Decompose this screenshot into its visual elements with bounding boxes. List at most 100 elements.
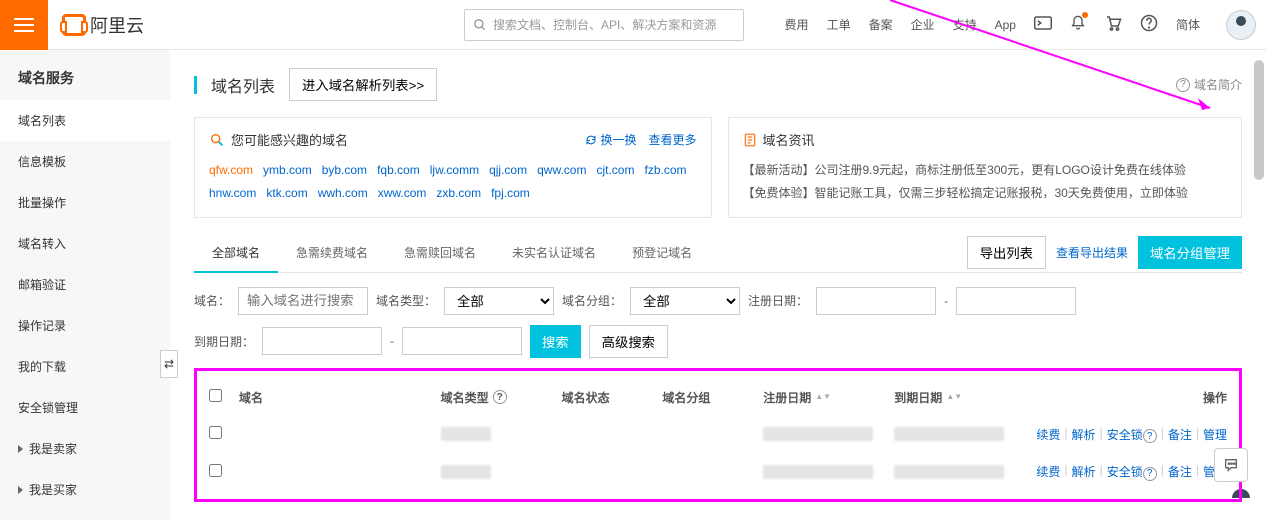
domain-link[interactable]: qjj.com — [489, 163, 527, 177]
nav-app[interactable]: App — [995, 18, 1016, 32]
sidebar-item-templates[interactable]: 信息模板 — [0, 141, 170, 182]
table-row: 续费| 解析| 安全锁?| 备注| 管理 — [197, 453, 1239, 491]
chat-icon[interactable] — [1214, 448, 1248, 482]
sidebar-item-lock[interactable]: 安全锁管理 — [0, 387, 170, 428]
nav-icp[interactable]: 备案 — [869, 16, 893, 33]
domain-link[interactable]: hnw.com — [209, 186, 256, 200]
op-manage[interactable]: 管理 — [1203, 426, 1227, 444]
reg-date-to[interactable] — [956, 287, 1076, 315]
op-note[interactable]: 备注 — [1168, 463, 1192, 481]
search-placeholder: 搜索文档、控制台、API、解决方案和资源 — [493, 16, 716, 33]
reg-date-from[interactable] — [816, 287, 936, 315]
domain-table: 域名 域名类型? 域名状态 域名分组 注册日期▲▼ 到期日期▲▼ 操作 续费| … — [194, 368, 1242, 502]
op-lock[interactable]: 安全锁? — [1107, 463, 1157, 481]
row-checkbox[interactable] — [209, 426, 222, 439]
domain-link[interactable]: qww.com — [537, 163, 586, 177]
domain-intro-link[interactable]: ?域名简介 — [1176, 76, 1242, 93]
export-button[interactable]: 导出列表 — [967, 236, 1046, 269]
lang-switch[interactable]: 简体 — [1176, 16, 1200, 33]
search-icon — [473, 18, 487, 32]
domain-link[interactable]: zxb.com — [436, 186, 481, 200]
exp-date-to[interactable] — [402, 327, 522, 355]
interest-title: 您可能感兴趣的域名 — [231, 130, 348, 149]
dns-list-button[interactable]: 进入域名解析列表>> — [289, 68, 437, 101]
type-filter-select[interactable]: 全部 — [444, 287, 554, 315]
op-note[interactable]: 备注 — [1168, 426, 1192, 444]
sidebar-item-transfer[interactable]: 域名转入 — [0, 223, 170, 264]
domain-link[interactable]: xww.com — [378, 186, 427, 200]
select-all-checkbox[interactable] — [209, 389, 222, 402]
tab-all[interactable]: 全部域名 — [194, 234, 278, 273]
domain-link[interactable]: fpj.com — [491, 186, 530, 200]
domain-link[interactable]: cjt.com — [596, 163, 634, 177]
domain-link[interactable]: qfw.com — [209, 163, 253, 177]
group-manage-button[interactable]: 域名分组管理 — [1138, 236, 1242, 269]
sidebar-item-seller[interactable]: 我是卖家 — [0, 428, 170, 469]
sidebar-item-email[interactable]: 邮箱验证 — [0, 264, 170, 305]
domain-link[interactable]: ljw.comm — [430, 163, 479, 177]
col-ops: 操作 — [1025, 389, 1227, 406]
brand-text: 阿里云 — [90, 12, 144, 38]
op-renew[interactable]: 续费 — [1036, 426, 1060, 444]
op-resolve[interactable]: 解析 — [1072, 426, 1096, 444]
tab-unverified[interactable]: 未实名认证域名 — [494, 234, 614, 271]
global-search[interactable]: 搜索文档、控制台、API、解决方案和资源 — [464, 9, 744, 41]
col-expdate[interactable]: 到期日期▲▼ — [894, 389, 1025, 406]
nav-support[interactable]: 支持 — [953, 16, 977, 33]
menu-toggle[interactable] — [0, 0, 48, 50]
tab-renew[interactable]: 急需续费域名 — [278, 234, 386, 271]
sort-icon: ▲▼ — [815, 395, 831, 399]
domain-link[interactable]: fzb.com — [644, 163, 686, 177]
search-button[interactable]: 搜索 — [530, 325, 581, 358]
bell-icon[interactable] — [1070, 14, 1086, 35]
domain-link[interactable]: ymb.com — [263, 163, 312, 177]
group-filter-select[interactable]: 全部 — [630, 287, 740, 315]
logo-icon — [62, 14, 86, 36]
sidebar-item-downloads[interactable]: 我的下载 — [0, 346, 170, 387]
help-icon[interactable]: ? — [493, 390, 507, 404]
domain-filter-input[interactable] — [238, 287, 368, 315]
col-regdate[interactable]: 注册日期▲▼ — [763, 389, 894, 406]
caret-icon — [18, 445, 23, 453]
op-renew[interactable]: 续费 — [1036, 463, 1060, 481]
op-lock[interactable]: 安全锁? — [1107, 426, 1157, 444]
refresh-link[interactable]: 换一换 — [585, 131, 636, 148]
more-link[interactable]: 查看更多 — [648, 131, 696, 148]
op-resolve[interactable]: 解析 — [1072, 463, 1096, 481]
nav-ticket[interactable]: 工单 — [827, 16, 851, 33]
caret-icon — [18, 486, 23, 494]
help-icon[interactable] — [1140, 14, 1158, 35]
sidebar-collapse[interactable]: ⇄ — [160, 350, 178, 378]
sidebar-item-domain-list[interactable]: 域名列表 — [0, 100, 170, 141]
view-export-link[interactable]: 查看导出结果 — [1056, 244, 1128, 261]
filter-bar: 域名： 域名类型： 全部 域名分组： 全部 注册日期： - — [194, 287, 1242, 315]
col-type: 域名类型? — [441, 389, 562, 406]
adv-search-button[interactable]: 高级搜索 — [589, 325, 668, 358]
cart-icon[interactable] — [1104, 14, 1122, 35]
row-checkbox[interactable] — [209, 464, 222, 477]
interest-panel: 您可能感兴趣的域名 换一换 查看更多 qfw.com ymb.com byb.com… — [194, 117, 712, 218]
tab-prereg[interactable]: 预登记域名 — [614, 234, 710, 271]
tab-redeem[interactable]: 急需赎回域名 — [386, 234, 494, 271]
nav-fee[interactable]: 费用 — [785, 16, 809, 33]
sidebar-item-buyer[interactable]: 我是买家 — [0, 469, 170, 510]
scrollbar-thumb[interactable] — [1254, 60, 1264, 180]
domain-suggestions: qfw.com ymb.com byb.com fqb.com ljw.comm qjj.… — [209, 159, 697, 205]
console-icon[interactable] — [1034, 16, 1052, 33]
exp-date-label: 到期日期： — [194, 333, 254, 350]
refresh-icon — [585, 134, 597, 146]
news-line[interactable]: 【最新活动】公司注册9.9元起，商标注册低至300元，更有LOGO设计免费在线体… — [743, 159, 1228, 182]
domain-link[interactable]: ktk.com — [266, 186, 307, 200]
sidebar-item-logs[interactable]: 操作记录 — [0, 305, 170, 346]
avatar[interactable] — [1226, 10, 1256, 40]
news-line[interactable]: 【免费体验】智能记账工具，仅需三步轻松搞定记账报税，30天免费使用，立即体验 — [743, 182, 1228, 205]
domain-link[interactable]: wwh.com — [318, 186, 368, 200]
domain-link[interactable]: fqb.com — [377, 163, 420, 177]
news-title: 域名资讯 — [763, 130, 815, 149]
domain-link[interactable]: byb.com — [322, 163, 367, 177]
logo[interactable]: 阿里云 — [62, 12, 144, 38]
sidebar-item-batch[interactable]: 批量操作 — [0, 182, 170, 223]
exp-date-from[interactable] — [262, 327, 382, 355]
nav-enterprise[interactable]: 企业 — [911, 16, 935, 33]
domain-filter-label: 域名： — [194, 292, 230, 309]
